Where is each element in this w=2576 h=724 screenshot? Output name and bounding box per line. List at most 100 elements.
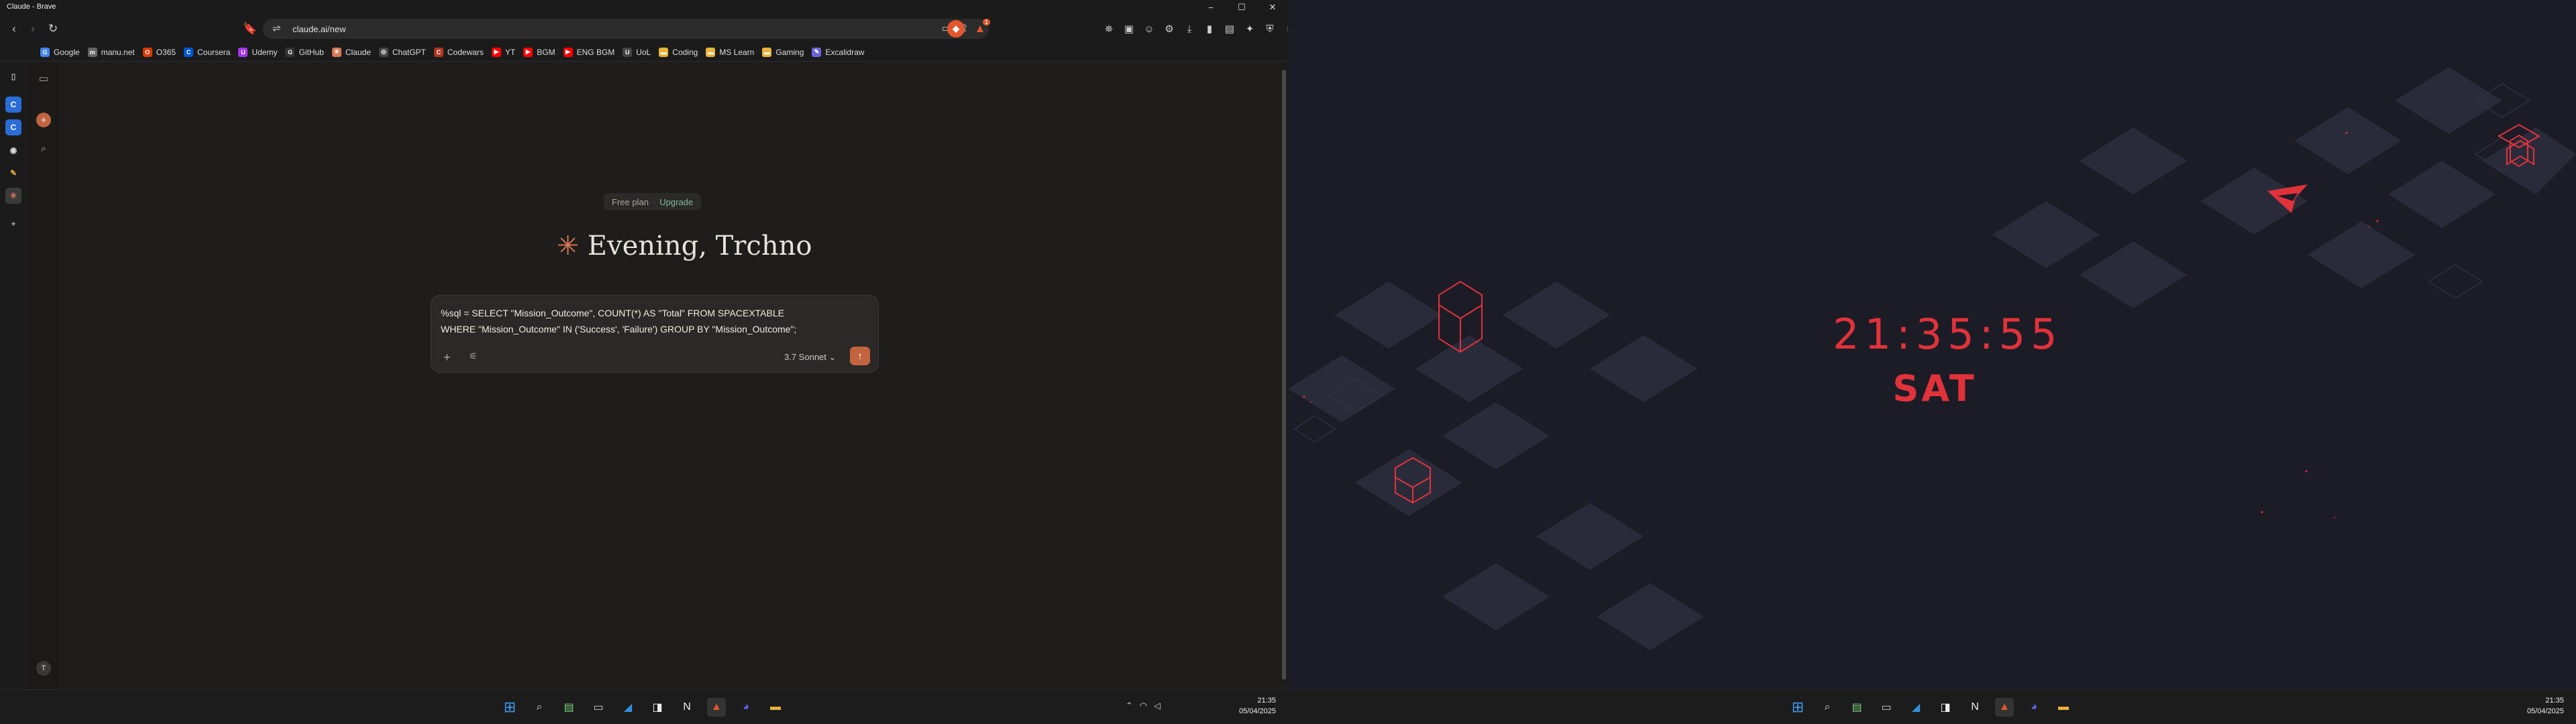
bookmark-item[interactable]: ▬ MS Learn — [706, 47, 754, 57]
bookmark-item[interactable]: C Codewars — [433, 47, 484, 57]
bookmark-item[interactable]: ◎ ChatGPT — [378, 47, 426, 57]
forward-icon[interactable]: › — [24, 20, 42, 38]
brave-icon[interactable]: ▲ — [1995, 698, 2014, 717]
discord-icon[interactable]: ◕ — [737, 698, 755, 717]
bookmark-item[interactable]: G GitHub — [285, 47, 324, 57]
wallet-icon[interactable]: ▤ — [1221, 20, 1238, 38]
wifi-icon[interactable]: ◠ — [1140, 701, 1147, 711]
bookmark-favicon-icon: O — [142, 47, 152, 57]
file-explorer-icon[interactable]: ▬ — [766, 698, 785, 717]
leo-icon[interactable]: ✦ — [1241, 20, 1258, 38]
chevron-up-icon[interactable]: ⌃ — [1126, 701, 1133, 711]
search-icon[interactable]: ⌕ — [36, 141, 51, 156]
terminal-icon[interactable]: ▭ — [1877, 698, 1896, 717]
claude-sidebar: ▭ + ⌕ T — [27, 62, 59, 689]
bookmark-item[interactable]: ▶ BGM — [523, 47, 555, 57]
maximize-button[interactable]: ☐ — [1226, 0, 1257, 15]
scrollbar-thumb[interactable] — [1282, 70, 1286, 680]
url-text[interactable]: claude.ai/new — [292, 24, 346, 34]
app-icon[interactable]: ◨ — [648, 698, 667, 717]
bookmark-favicon-icon: ▶ — [523, 47, 533, 57]
avatar[interactable]: T — [36, 661, 51, 676]
bookmark-favicon-icon: G — [40, 47, 50, 57]
upgrade-link[interactable]: Upgrade — [659, 197, 693, 207]
bookmark-item[interactable]: ▶ ENG BGM — [563, 47, 615, 57]
brave-rewards-icon[interactable]: ▲ 1 — [971, 19, 990, 38]
system-tray[interactable]: ⌃ ◠ ◁ — [1126, 701, 1161, 711]
bookmark-favicon-icon: U — [238, 47, 248, 57]
bookmark-label: Claude — [345, 47, 371, 57]
sidebar-panel-icon[interactable]: ▯ — [5, 68, 21, 84]
tab-coursera-icon[interactable]: C — [5, 119, 21, 135]
bookmark-favicon-icon: ▬ — [762, 47, 772, 57]
sidebar-toggle-icon[interactable]: ▮ — [1201, 20, 1218, 38]
start-icon[interactable]: ⊞ — [1788, 698, 1807, 717]
bookmark-item[interactable]: ▬ Gaming — [762, 47, 804, 57]
model-selector[interactable]: 3.7 Sonnet ⌄ — [784, 352, 836, 363]
bookmark-item[interactable]: m manu.net — [87, 47, 135, 57]
notion-icon[interactable]: N — [1966, 698, 1984, 717]
tab-coursera-icon[interactable]: C — [5, 97, 21, 113]
clock-time: 21:35 — [1257, 697, 1276, 705]
extension-icon[interactable]: ▣ — [1120, 20, 1138, 38]
bookmark-item[interactable]: U UoL — [623, 47, 651, 57]
bookmark-item[interactable]: ✳ Claude — [331, 47, 371, 57]
bookmark-item[interactable]: C Coursera — [184, 47, 230, 57]
plan-separator: · — [652, 196, 656, 207]
app-icon[interactable]: ◨ — [1936, 698, 1955, 717]
bookmark-label: UoL — [636, 47, 651, 57]
bookmark-favicon-icon: ▶ — [563, 47, 573, 57]
start-icon[interactable]: ⊞ — [500, 698, 519, 717]
tab-pen-icon[interactable]: ✎ — [5, 165, 21, 181]
taskbar-clock[interactable]: 21:35 05/04/2025 — [2527, 695, 2564, 717]
extension-icon[interactable]: ⚙ — [1161, 20, 1178, 38]
bookmark-favicon-icon: ▶ — [491, 47, 501, 57]
tab-claude-icon[interactable]: ✳ — [5, 188, 21, 204]
bookmark-item[interactable]: G Google — [40, 47, 80, 57]
notes-icon[interactable]: ▤ — [559, 698, 578, 717]
close-button[interactable]: ✕ — [1257, 0, 1288, 15]
brave-icon[interactable]: ▲ — [707, 698, 726, 717]
new-tab-icon[interactable]: + — [5, 216, 21, 232]
file-explorer-icon[interactable]: ▬ — [2054, 698, 2073, 717]
attach-icon[interactable]: + — [443, 351, 451, 365]
menu-icon[interactable]: ≡ — [1281, 20, 1288, 38]
bookmark-item[interactable]: ✎ Excalidraw — [812, 47, 864, 57]
back-icon[interactable]: ‹ — [5, 20, 23, 38]
bookmark-label: ENG BGM — [576, 47, 615, 57]
extension-icon[interactable]: ⛯ — [1100, 20, 1118, 38]
brave-shields-icon[interactable]: ◆ — [947, 20, 965, 38]
claude-app: ▭ + ⌕ T Free plan · Upgrade ✳ Evening, T… — [27, 62, 1284, 689]
bookmark-item[interactable]: ▬ Coding — [659, 47, 698, 57]
downloads-icon[interactable]: ⤓ — [1181, 20, 1198, 38]
bookmark-icon[interactable]: 🔖 — [241, 20, 259, 38]
notes-icon[interactable]: ▤ — [1847, 698, 1866, 717]
tools-icon[interactable]: ⚟ — [469, 351, 478, 362]
toggle-sidebar-icon[interactable]: ▭ — [36, 71, 51, 86]
vscode-icon[interactable]: ◢ — [619, 698, 637, 717]
new-chat-icon[interactable]: + — [36, 113, 51, 127]
bookmark-item[interactable]: ▶ YT — [491, 47, 515, 57]
taskbar-clock[interactable]: 21:35 05/04/2025 — [1239, 695, 1276, 717]
volume-icon[interactable]: ◁ — [1154, 701, 1161, 711]
prompt-text[interactable]: %sql = SELECT "Mission_Outcome", COUNT(*… — [441, 305, 870, 337]
minimize-button[interactable]: − — [1195, 0, 1226, 15]
vscode-icon[interactable]: ◢ — [1907, 698, 1925, 717]
search-icon[interactable]: ⌕ — [1818, 698, 1837, 717]
search-icon[interactable]: ⌕ — [530, 698, 549, 717]
address-bar[interactable]: ⇌ claude.ai/new ▭ ⇪ — [263, 19, 989, 39]
terminal-icon[interactable]: ▭ — [589, 698, 608, 717]
site-info-icon[interactable]: ⇌ — [272, 22, 281, 34]
vpn-icon[interactable]: ⛨ — [1261, 20, 1279, 38]
extension-icon[interactable]: ☺ — [1140, 20, 1158, 38]
bookmark-favicon-icon: C — [433, 47, 443, 57]
scrollbar[interactable] — [1281, 62, 1287, 685]
bookmark-item[interactable]: O O365 — [142, 47, 176, 57]
tab-github-icon[interactable]: ◉ — [5, 142, 21, 158]
chat-input[interactable]: %sql = SELECT "Mission_Outcome", COUNT(*… — [431, 295, 879, 373]
bookmark-item[interactable]: U Udemy — [238, 47, 277, 57]
notion-icon[interactable]: N — [678, 698, 696, 717]
send-button[interactable]: ↑ — [850, 347, 870, 365]
discord-icon[interactable]: ◕ — [2025, 698, 2043, 717]
reload-icon[interactable]: ↻ — [44, 20, 62, 38]
